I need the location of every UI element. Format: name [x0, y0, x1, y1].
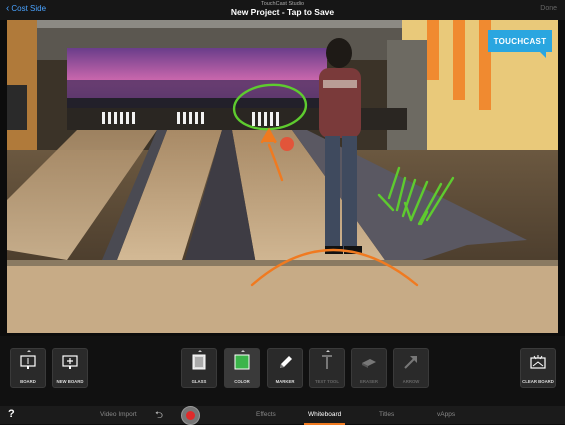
tab-vapps[interactable]: vApps — [437, 411, 455, 418]
glass-button[interactable]: GLASS — [181, 348, 217, 388]
done-button[interactable]: Done — [540, 5, 557, 12]
expand-caret-icon — [241, 350, 245, 352]
clear-board-icon — [530, 355, 546, 369]
new-board-button[interactable]: NEW BOARD — [52, 348, 88, 388]
color-button[interactable]: COLOR — [224, 348, 260, 388]
board-icon — [20, 355, 36, 369]
expand-caret-icon — [27, 350, 31, 352]
expand-caret-icon — [326, 350, 330, 352]
clear-board-label: CLEAR BOARD — [522, 379, 554, 384]
clear-board-button[interactable]: CLEAR BOARD — [520, 348, 556, 388]
color-label: COLOR — [234, 379, 250, 384]
video-stage[interactable]: TOUCHCAST — [7, 20, 558, 333]
board-button[interactable]: BOARD — [10, 348, 46, 388]
eraser-button[interactable]: ERASER — [351, 348, 387, 388]
new-board-icon — [62, 355, 78, 369]
project-title[interactable]: New Project - Tap to Save — [0, 7, 565, 17]
undo-icon[interactable]: ⮌ — [155, 408, 163, 425]
marker-icon — [280, 356, 292, 368]
tab-titles[interactable]: Titles — [379, 411, 394, 418]
new-board-label: NEW BOARD — [56, 379, 84, 384]
tab-video-import[interactable]: Video Import — [100, 411, 137, 418]
bowling-alley-scene — [7, 20, 558, 333]
marker-button[interactable]: MARKER — [267, 348, 303, 388]
tab-whiteboard[interactable]: Whiteboard — [303, 411, 346, 425]
expand-caret-icon — [198, 350, 202, 352]
bottom-tab-bar: ? Video Import ⮌ Effects Whiteboard Titl… — [0, 406, 565, 425]
glass-label: GLASS — [191, 379, 207, 384]
arrow-label: ARROW — [402, 379, 420, 384]
whiteboard-toolbar: BOARD NEW BOARD GLASS COLOR MARKER TEXT … — [0, 336, 565, 406]
text-tool-button[interactable]: TEXT TOOL — [309, 348, 345, 388]
color-swatch-icon — [234, 354, 250, 370]
tab-effects[interactable]: Effects — [256, 411, 276, 418]
arrow-icon — [404, 356, 417, 369]
eraser-label: ERASER — [360, 379, 378, 384]
touchcast-logo: TOUCHCAST — [488, 30, 552, 58]
eraser-icon — [362, 359, 376, 368]
text-tool-label: TEXT TOOL — [314, 379, 340, 384]
text-tool-icon — [322, 355, 332, 369]
marker-label: MARKER — [275, 379, 295, 384]
help-button[interactable]: ? — [8, 408, 15, 420]
arrow-button[interactable]: ARROW — [393, 348, 429, 388]
top-bar: ‹ Cost Side TouchCast Studio New Project… — [0, 0, 565, 20]
record-button[interactable] — [181, 406, 200, 425]
board-label: BOARD — [20, 379, 36, 384]
glass-icon — [192, 354, 206, 370]
